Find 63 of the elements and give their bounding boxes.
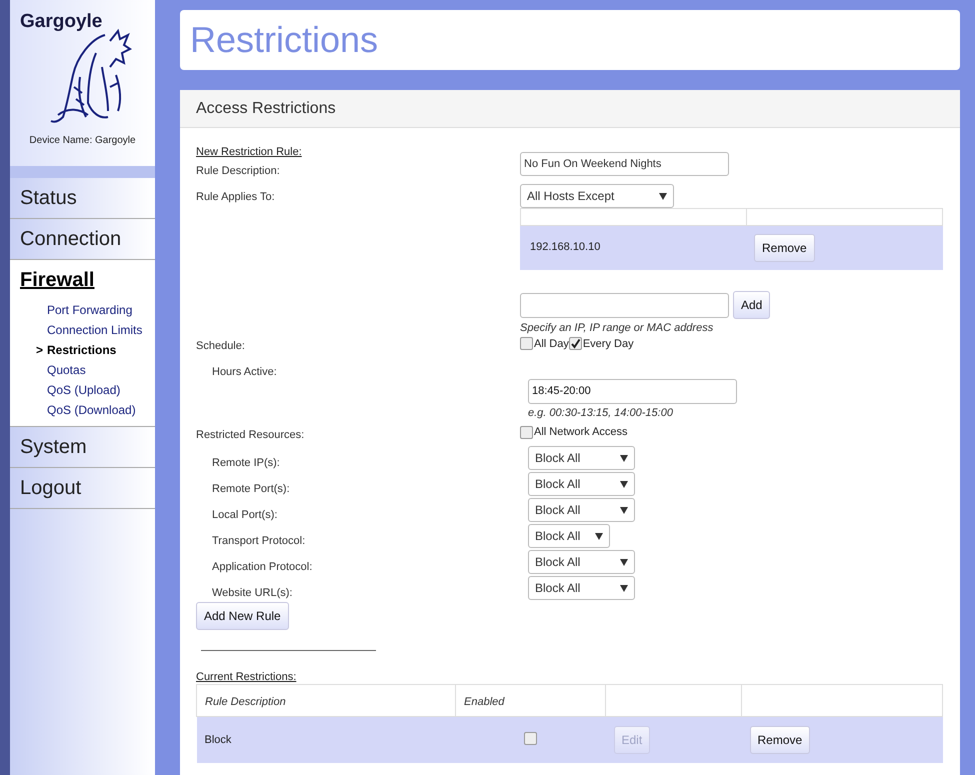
- checkbox-label: Every Day: [582, 336, 634, 352]
- dropdown[interactable]: Block All: [528, 498, 635, 522]
- field-label: Remote IP(s):: [212, 457, 280, 469]
- caret-icon: [620, 454, 628, 462]
- caret-icon: [620, 506, 628, 514]
- caret-icon: [659, 192, 667, 200]
- current-marker: >: [36, 343, 44, 357]
- app-title: Gargoyle: [19, 12, 102, 31]
- page-title: Restrictions: [190, 18, 378, 62]
- caret-icon: [595, 532, 603, 540]
- nav-sublink[interactable]: Connection Limits: [47, 321, 142, 339]
- add-button[interactable]: Add: [733, 291, 770, 319]
- dropdown[interactable]: Block All: [528, 524, 610, 548]
- hint-text: Specify an IP, IP range or MAC address: [520, 321, 714, 336]
- address-field[interactable]: [520, 292, 729, 318]
- checkbox[interactable]: [520, 426, 533, 439]
- host-address: 192.168.10.10: [530, 241, 600, 253]
- remove-button[interactable]: Remove: [750, 726, 810, 754]
- nav-sublink[interactable]: Quotas: [47, 361, 86, 379]
- field-label: Schedule:: [196, 340, 245, 352]
- nav-sublink[interactable]: Restrictions: [47, 341, 116, 359]
- field-label: Application Protocol:: [212, 561, 312, 573]
- remove-button[interactable]: Remove: [754, 234, 815, 262]
- field-label: Restricted Resources:: [196, 429, 304, 441]
- field-label: Website URL(s):: [212, 587, 292, 599]
- checkbox[interactable]: [524, 732, 537, 745]
- section-heading: Current Restrictions:: [196, 670, 298, 683]
- field-label: Local Port(s):: [212, 509, 278, 521]
- dropdown[interactable]: Block All: [528, 550, 635, 574]
- device-name: Device Name: Gargoyle: [29, 134, 136, 148]
- field-label: Remote Port(s):: [212, 483, 290, 495]
- hours-field[interactable]: 18:45-20:00: [528, 378, 737, 404]
- dropdown[interactable]: Block All: [528, 472, 635, 496]
- nav-link[interactable]: Status: [10, 178, 155, 218]
- section-heading: New Restriction Rule:: [196, 145, 303, 158]
- checkbox-label: All Day: [533, 336, 569, 352]
- caret-icon: [620, 558, 628, 566]
- column-header: Rule Description: [205, 696, 286, 708]
- dropdown[interactable]: All Hosts Except: [520, 184, 674, 208]
- field-label: Transport Protocol:: [212, 535, 306, 547]
- checkbox-label: All Network Access: [533, 425, 628, 440]
- checkbox[interactable]: [520, 337, 533, 350]
- nav-sublink[interactable]: QoS (Upload): [47, 381, 120, 399]
- column-header: Enabled: [464, 696, 504, 708]
- nav-sublink[interactable]: Port Forwarding: [47, 301, 132, 319]
- text-field[interactable]: No Fun On Weekend Nights: [520, 152, 729, 176]
- checkbox[interactable]: [568, 337, 582, 350]
- caret-icon: [620, 480, 628, 488]
- add-rule-button[interactable]: Add New Rule: [196, 602, 289, 630]
- dropdown[interactable]: Block All: [528, 576, 635, 600]
- nav-sublink[interactable]: QoS (Download): [47, 401, 136, 419]
- table-cell: Block: [204, 734, 232, 746]
- hint-text: e.g. 00:30-13:15, 14:00-15:00: [528, 406, 674, 420]
- caret-icon: [620, 584, 628, 592]
- field-label: Hours Active:: [212, 366, 277, 378]
- field-label: Rule Applies To:: [196, 191, 275, 203]
- panel-title: Access Restrictions: [196, 98, 336, 118]
- field-label: Rule Description:: [196, 165, 280, 177]
- nav-link[interactable]: Connection: [10, 219, 155, 259]
- nav-link[interactable]: System: [10, 427, 155, 467]
- nav-link[interactable]: Firewall: [10, 260, 155, 300]
- nav-link[interactable]: Logout: [10, 468, 155, 508]
- dropdown[interactable]: Block All: [528, 446, 635, 470]
